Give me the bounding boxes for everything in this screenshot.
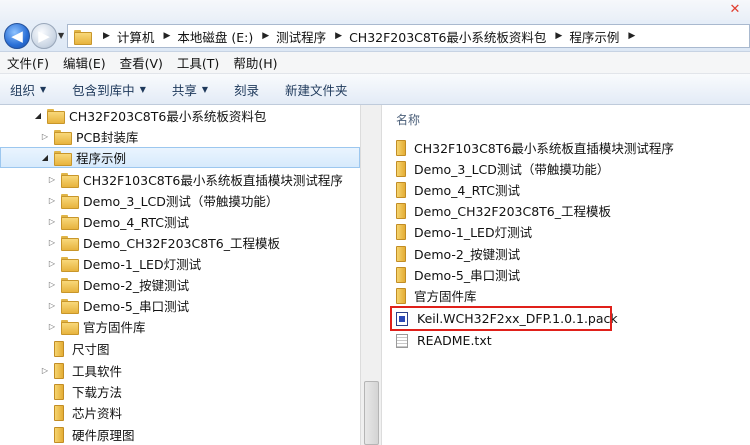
column-header-name[interactable]: 名称: [396, 111, 420, 128]
tree-item[interactable]: 芯片资料: [39, 402, 122, 423]
folder-icon: [54, 426, 64, 443]
folder-icon: [61, 173, 79, 188]
back-button[interactable]: ◀: [4, 23, 30, 49]
chevron-down-icon: ▼: [201, 84, 209, 94]
tree-item[interactable]: ▷ Demo-1_LED灯测试: [46, 253, 201, 274]
tree-item[interactable]: 硬件原理图: [39, 424, 135, 445]
folder-icon: [54, 404, 64, 421]
folder-icon: [396, 266, 406, 283]
forward-button[interactable]: ▶: [31, 23, 57, 49]
breadcrumb-root-arrow[interactable]: ▶: [96, 31, 117, 41]
tree-item[interactable]: ▷ Demo_4_RTC测试: [46, 211, 189, 232]
burn-button[interactable]: 刻录: [234, 80, 259, 99]
file-list-pane[interactable]: 名称 CH32F103C8T6最小系统板直插模块测试程序 Demo_3_LCD测…: [382, 105, 750, 445]
new-folder-button[interactable]: 新建文件夹: [285, 80, 348, 99]
menu-bar: 文件(F) 编辑(E) 查看(V) 工具(T) 帮助(H): [0, 52, 750, 74]
collapsed-arrow-icon[interactable]: ▷: [46, 238, 58, 247]
address-bar-area: ✕ ◀ ▶ ▼ ▶ 计算机 ▶ 本地磁盘 (E:) ▶ 测试程序 ▶ CH32F203…: [0, 0, 750, 52]
organize-button[interactable]: 组织 ▼: [10, 80, 46, 99]
folder-icon: [61, 257, 79, 272]
folder-icon: [396, 160, 406, 177]
list-item[interactable]: 官方固件库: [396, 285, 477, 306]
tree-item-selected[interactable]: ◢ 程序示例: [0, 147, 360, 168]
highlight-annotation: [390, 306, 612, 331]
expanded-arrow-icon[interactable]: ◢: [32, 111, 44, 120]
tree-item[interactable]: 尺寸图: [39, 338, 110, 359]
folder-icon: [61, 236, 79, 251]
breadcrumb-local-disk[interactable]: 本地磁盘 (E:) ▶: [177, 27, 276, 46]
list-item[interactable]: README.txt: [396, 330, 492, 351]
include-in-library-button[interactable]: 包含到库中 ▼: [72, 80, 146, 99]
tree-item[interactable]: ▷ Demo_CH32F203C8T6_工程模板: [46, 232, 280, 253]
folder-icon: [54, 151, 72, 166]
tree-item[interactable]: ▷ Demo_3_LCD测试（带触摸功能）: [46, 190, 278, 211]
close-icon[interactable]: ✕: [728, 3, 742, 16]
tree-item[interactable]: ▷ PCB封装库: [39, 126, 138, 147]
chevron-down-icon: ▼: [40, 84, 47, 94]
folder-icon: [54, 383, 64, 400]
list-item[interactable]: Demo_4_RTC测试: [396, 179, 520, 200]
folder-icon: [396, 139, 406, 156]
folder-icon: [396, 223, 406, 240]
list-item[interactable]: Demo-2_按键测试: [396, 243, 520, 264]
collapsed-arrow-icon[interactable]: ▷: [46, 301, 58, 310]
tree-item[interactable]: ▷ 官方固件库: [46, 316, 146, 337]
address-box[interactable]: ▶ 计算机 ▶ 本地磁盘 (E:) ▶ 测试程序 ▶ CH32F203C8T6最小系统…: [67, 24, 750, 48]
title-strip: [0, 0, 750, 20]
tree-item[interactable]: ▷ Demo-2_按键测试: [46, 274, 189, 295]
breadcrumb-package[interactable]: CH32F203C8T6最小系统板资料包 ▶: [349, 27, 569, 46]
menu-edit[interactable]: 编辑(E): [56, 53, 113, 72]
list-item[interactable]: CH32F103C8T6最小系统板直插模块测试程序: [396, 137, 674, 158]
folder-icon: [61, 278, 79, 293]
folder-icon: [396, 202, 406, 219]
menu-view[interactable]: 查看(V): [113, 53, 170, 72]
folder-icon: [61, 194, 79, 209]
share-button[interactable]: 共享 ▼: [172, 80, 208, 99]
folder-icon: [61, 215, 79, 230]
command-bar: 组织 ▼ 包含到库中 ▼ 共享 ▼ 刻录 新建文件夹: [0, 74, 750, 105]
collapsed-arrow-icon[interactable]: ▷: [46, 217, 58, 226]
tree-item[interactable]: 下载方法: [39, 381, 122, 402]
breadcrumb-computer[interactable]: 计算机 ▶: [117, 27, 177, 46]
chevron-down-icon: ▼: [139, 84, 146, 94]
breadcrumb-test-programs[interactable]: 测试程序 ▶: [276, 27, 349, 46]
collapsed-arrow-icon[interactable]: ▷: [39, 132, 51, 141]
folder-icon: [74, 29, 92, 45]
list-item[interactable]: Demo-5_串口测试: [396, 264, 520, 285]
folder-icon: [396, 181, 406, 198]
navigation-pane[interactable]: ◢ CH32F203C8T6最小系统板资料包 ▷ PCB封装库 ◢ 程序示例 ▷ CH3…: [0, 105, 360, 445]
menu-file[interactable]: 文件(F): [0, 53, 56, 72]
menu-help[interactable]: 帮助(H): [226, 53, 284, 72]
tree-item[interactable]: ▷ CH32F103C8T6最小系统板直插模块测试程序: [46, 169, 343, 190]
folder-icon: [54, 130, 72, 145]
list-item[interactable]: Demo_CH32F203C8T6_工程模板: [396, 200, 611, 221]
scrollbar-thumb[interactable]: [364, 381, 379, 445]
folder-icon: [47, 109, 65, 124]
tree-item[interactable]: ▷ Demo-5_串口测试: [46, 295, 189, 316]
breadcrumb-examples[interactable]: 程序示例 ▶: [569, 27, 642, 46]
collapsed-arrow-icon[interactable]: ▷: [46, 280, 58, 289]
expanded-arrow-icon[interactable]: ◢: [39, 153, 51, 162]
folder-icon: [396, 287, 406, 304]
menu-tools[interactable]: 工具(T): [170, 53, 226, 72]
tree-item[interactable]: ◢ CH32F203C8T6最小系统板资料包: [32, 105, 266, 126]
text-file-icon: [396, 333, 408, 348]
folder-icon: [61, 299, 79, 314]
collapsed-arrow-icon[interactable]: ▷: [46, 259, 58, 268]
recent-pages-dropdown-icon[interactable]: ▼: [58, 31, 64, 40]
collapsed-arrow-icon[interactable]: ▷: [46, 322, 58, 331]
navigation-scrollbar[interactable]: [360, 105, 382, 445]
collapsed-arrow-icon[interactable]: ▷: [46, 196, 58, 205]
folder-icon: [54, 362, 64, 379]
folder-icon: [61, 320, 79, 335]
collapsed-arrow-icon[interactable]: ▷: [46, 175, 58, 184]
folder-icon: [54, 340, 64, 357]
list-item[interactable]: Demo_3_LCD测试（带触摸功能）: [396, 158, 609, 179]
collapsed-arrow-icon[interactable]: ▷: [39, 366, 51, 375]
folder-icon: [396, 245, 406, 262]
list-item[interactable]: Demo-1_LED灯测试: [396, 221, 532, 242]
tree-item[interactable]: ▷ 工具软件: [39, 360, 122, 381]
